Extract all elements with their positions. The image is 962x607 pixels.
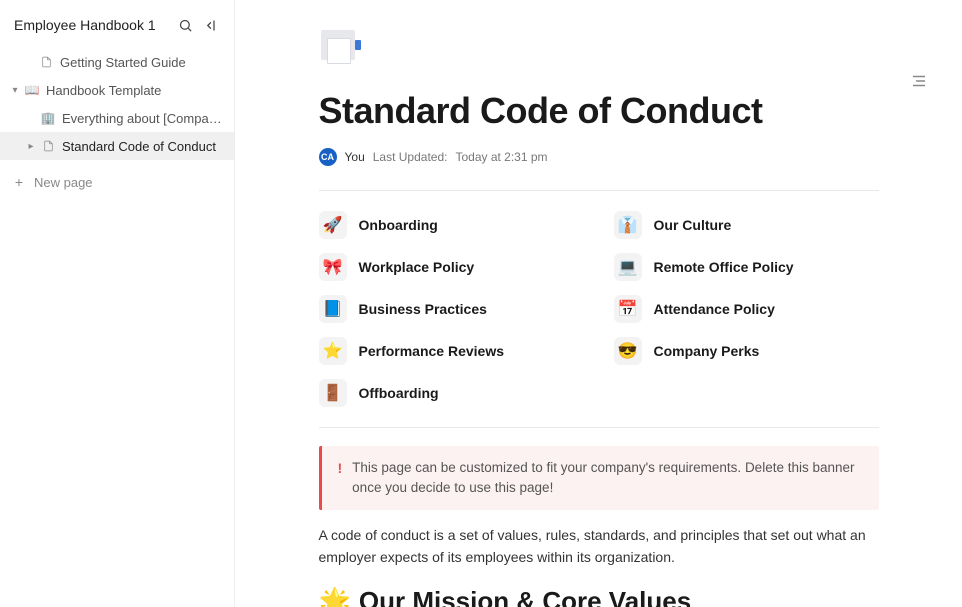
chevron-down-icon[interactable]: ▾ [8, 83, 22, 97]
link-attendance-policy[interactable]: 📅 Attendance Policy [614, 295, 879, 323]
banner-text: This page can be customized to fit your … [352, 458, 862, 498]
main-content: Standard Code of Conduct CA You Last Upd… [235, 0, 962, 607]
intro-paragraph[interactable]: A code of conduct is a set of values, ru… [319, 524, 879, 568]
alert-icon: ! [338, 458, 343, 498]
link-performance-reviews[interactable]: ⭐ Performance Reviews [319, 337, 584, 365]
link-workplace-policy[interactable]: 🎀 Workplace Policy [319, 253, 584, 281]
book-icon: 📖 [24, 82, 40, 98]
link-label: Business Practices [359, 301, 487, 317]
page-tree: Getting Started Guide ▾ 📖 Handbook Templ… [0, 44, 234, 164]
sidebar-item-label: Standard Code of Conduct [62, 139, 216, 154]
chevron-right-icon[interactable]: ▸ [24, 139, 38, 153]
author-avatar[interactable]: CA [319, 148, 337, 166]
doc-icon [38, 54, 54, 70]
calendar-icon: 📅 [614, 295, 642, 323]
link-label: Onboarding [359, 217, 438, 233]
culture-icon: 👔 [614, 211, 642, 239]
link-our-culture[interactable]: 👔 Our Culture [614, 211, 879, 239]
doc-icon [40, 138, 56, 154]
heading-mission-core-values[interactable]: 🌟 Our Mission & Core Values [319, 586, 879, 607]
collapse-sidebar-icon[interactable] [202, 16, 220, 34]
workspace-title[interactable]: Employee Handbook 1 [14, 17, 168, 33]
page-meta: CA You Last Updated: Today at 2:31 pm [319, 148, 879, 184]
page-title[interactable]: Standard Code of Conduct [319, 90, 879, 132]
updated-value: Today at 2:31 pm [455, 150, 547, 164]
sidebar-item-standard-code-of-conduct[interactable]: ▸ Standard Code of Conduct [0, 132, 234, 160]
sidebar-item-label: Everything about [Company] [62, 111, 224, 126]
sidebar: Employee Handbook 1 Getting Started Guid… [0, 0, 235, 607]
link-label: Performance Reviews [359, 343, 505, 359]
sparkle-icon: 🌟 [319, 586, 351, 607]
link-company-perks[interactable]: 😎 Company Perks [614, 337, 879, 365]
sidebar-header: Employee Handbook 1 [0, 10, 234, 44]
sidebar-item-label: Handbook Template [46, 83, 161, 98]
link-label: Remote Office Policy [654, 259, 794, 275]
link-label: Company Perks [654, 343, 760, 359]
link-remote-office-policy[interactable]: 💻 Remote Office Policy [614, 253, 879, 281]
divider [319, 190, 879, 191]
toc-icon[interactable] [910, 72, 930, 92]
info-banner[interactable]: ! This page can be customized to fit you… [319, 446, 879, 510]
plus-icon: + [12, 174, 26, 190]
star-icon: ⭐ [319, 337, 347, 365]
heading-text: Our Mission & Core Values [359, 586, 691, 607]
bow-icon: 🎀 [319, 253, 347, 281]
book-icon: 📘 [319, 295, 347, 323]
link-label: Workplace Policy [359, 259, 475, 275]
sidebar-item-handbook-template[interactable]: ▾ 📖 Handbook Template [0, 76, 234, 104]
updated-label: Last Updated: [373, 150, 448, 164]
rocket-icon: 🚀 [319, 211, 347, 239]
link-label: Offboarding [359, 385, 439, 401]
divider [319, 427, 879, 428]
page-cover-icon[interactable] [319, 28, 363, 72]
building-icon: 🏢 [40, 110, 56, 126]
link-offboarding[interactable]: 🚪 Offboarding [319, 379, 584, 407]
sidebar-item-label: Getting Started Guide [60, 55, 186, 70]
search-icon[interactable] [176, 16, 194, 34]
section-links: 🚀 Onboarding 👔 Our Culture 🎀 Workplace P… [319, 207, 879, 421]
sidebar-item-getting-started[interactable]: Getting Started Guide [0, 48, 234, 76]
link-business-practices[interactable]: 📘 Business Practices [319, 295, 584, 323]
sunglasses-icon: 😎 [614, 337, 642, 365]
author-name: You [345, 150, 365, 164]
laptop-icon: 💻 [614, 253, 642, 281]
door-icon: 🚪 [319, 379, 347, 407]
link-label: Attendance Policy [654, 301, 775, 317]
new-page-button[interactable]: + New page [0, 168, 234, 196]
link-onboarding[interactable]: 🚀 Onboarding [319, 211, 584, 239]
sidebar-item-everything-about-company[interactable]: 🏢 Everything about [Company] [0, 104, 234, 132]
new-page-label: New page [34, 175, 93, 190]
tree-arrow [22, 55, 36, 69]
link-label: Our Culture [654, 217, 732, 233]
